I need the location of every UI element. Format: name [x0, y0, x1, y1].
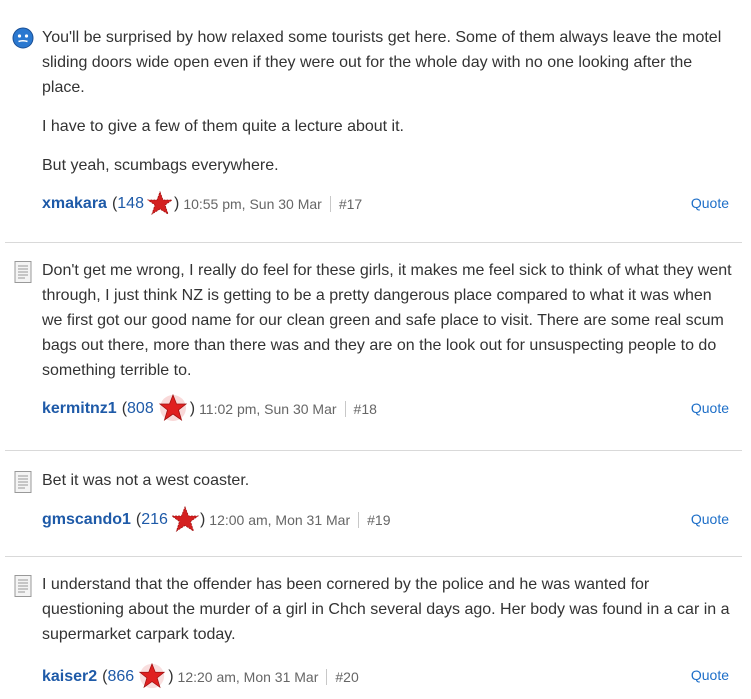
post-number[interactable]: #20 [335, 669, 358, 685]
karma-star-icon [146, 190, 174, 218]
post-divider [5, 242, 742, 243]
quote-button[interactable]: Quote [691, 400, 729, 416]
username-link[interactable]: kermitnz1 [42, 400, 117, 418]
quote-button[interactable]: Quote [691, 195, 729, 211]
divider [329, 196, 331, 212]
post-number[interactable]: #19 [367, 512, 390, 528]
karma-star-icon [157, 393, 189, 426]
karma-link[interactable]: 216 [141, 511, 168, 529]
karma-link[interactable]: 808 [127, 400, 154, 418]
divider [326, 669, 328, 685]
post-body: You'll be surprised by how relaxed some … [42, 25, 732, 192]
document-icon [12, 574, 34, 603]
post-timestamp: 11:02 pm, Sun 30 Mar [199, 401, 337, 417]
username-link[interactable]: kaiser2 [42, 668, 97, 686]
post-number[interactable]: #17 [339, 196, 362, 212]
post-body: Bet it was not a west coaster. [42, 468, 732, 507]
smiley-icon [12, 27, 34, 54]
username-link[interactable]: gmscando1 [42, 511, 131, 529]
karma-link[interactable]: 148 [117, 195, 144, 213]
post-meta: gmscando1 ( 216 ) 12:00 am, Mon 31 Mar #… [42, 505, 391, 532]
post-paragraph: I have to give a few of them quite a lec… [42, 118, 404, 135]
document-icon [12, 260, 34, 289]
post-divider [5, 556, 742, 557]
post-number[interactable]: #18 [354, 401, 377, 417]
divider [358, 512, 360, 528]
quote-button[interactable]: Quote [691, 511, 729, 527]
post-paragraph: I understand that the offender has been … [42, 576, 730, 643]
post-paragraph: Bet it was not a west coaster. [42, 472, 250, 489]
quote-button[interactable]: Quote [691, 667, 729, 683]
username-link[interactable]: xmakara [42, 195, 107, 213]
post-divider [5, 450, 742, 451]
post-body: I understand that the offender has been … [42, 572, 732, 661]
post-timestamp: 12:00 am, Mon 31 Mar [209, 512, 351, 528]
post-meta: kermitnz1 ( 808 ) 11:02 pm, Sun 30 Mar #… [42, 393, 377, 421]
post-meta: kaiser2 ( 866 ) 12:20 am, Mon 31 Mar #20 [42, 662, 359, 688]
post-timestamp: 10:55 pm, Sun 30 Mar [183, 196, 322, 212]
post-paragraph: But yeah, scumbags everywhere. [42, 157, 279, 174]
karma-star-icon [170, 505, 200, 535]
karma-link[interactable]: 866 [108, 668, 135, 686]
divider [344, 401, 346, 417]
post-meta: xmakara ( 148 ) 10:55 pm, Sun 30 Mar #17 [42, 190, 362, 218]
post-paragraph: You'll be surprised by how relaxed some … [42, 29, 722, 96]
post-body: Don't get me wrong, I really do feel for… [42, 258, 732, 397]
post-paragraph: Don't get me wrong, I really do feel for… [42, 262, 732, 379]
document-icon [12, 470, 34, 499]
post-timestamp: 12:20 am, Mon 31 Mar [177, 669, 319, 685]
karma-star-icon [137, 662, 167, 693]
